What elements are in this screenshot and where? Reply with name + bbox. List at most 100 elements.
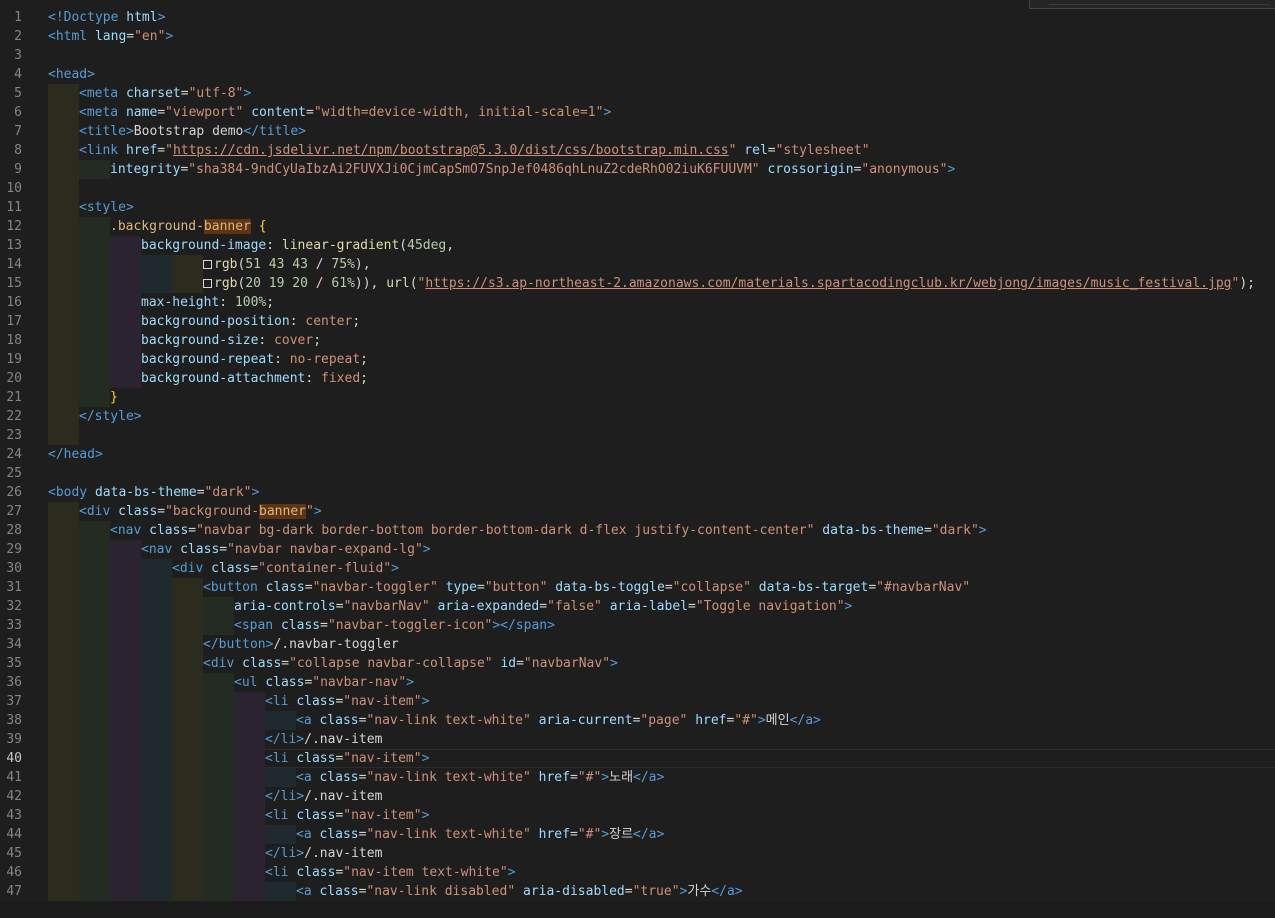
code-token: id [500, 656, 517, 671]
code-token: "#" [734, 713, 758, 728]
code-token: > [844, 599, 853, 614]
code-line[interactable]: 26 <body data-bs-theme="dark"> [0, 483, 1275, 502]
code-line[interactable]: 47 <a class = "nav-link disabled" aria-disa… [0, 882, 1275, 901]
code-text: <li class="nav-item"> [265, 806, 429, 825]
code-line[interactable]: 38 <a class="nav-link text-white" aria-cu… [0, 711, 1275, 730]
indent-guide [79, 236, 110, 255]
code-line[interactable]: 35 <div class="collapse navbar-collapse" … [0, 654, 1275, 673]
code-line[interactable]: 9 integrity="sha384-9ndCyUaIbzAi2FUVXJi0C… [0, 160, 1275, 179]
code-token: data-bs-toggle [555, 580, 665, 595]
code-token: class [319, 713, 359, 728]
code-line[interactable]: 24 </head> [0, 445, 1275, 464]
code-line[interactable]: 8 <link href="https://cdn.jsdelivr.net/np… [0, 141, 1275, 160]
code-token: "navbar navbar-expand-lg" [227, 542, 423, 557]
indent-guide [48, 578, 79, 597]
code-line[interactable]: 39 </li>/.nav-item [0, 730, 1275, 749]
indent-guide [234, 844, 265, 863]
code-line[interactable]: 41 <a class="nav-link text-white" href="#… [0, 768, 1275, 787]
code-line[interactable]: 32 aria-controls="navbarNav" aria-expande… [0, 597, 1275, 616]
code-editor[interactable]: 1 <!Doctype html> 2 <html lang="en"> 3 4 <head… [0, 8, 1275, 901]
code-line[interactable]: 40 <li class="nav-item"> [0, 749, 1275, 768]
code-token: /.navbar-toggler [273, 637, 399, 652]
indent-guide [110, 559, 141, 578]
code-token: = [539, 599, 548, 614]
find-input[interactable] [1049, 0, 1269, 5]
code-line[interactable]: 46 <li class="nav-item text-white"> [0, 863, 1275, 882]
code-line[interactable]: 28 <nav class="navbar bg-dark border-bott… [0, 521, 1275, 540]
code-line[interactable]: 45 </li>/.nav-item [0, 844, 1275, 863]
code-line[interactable]: 22 </style> [0, 407, 1275, 426]
code-line[interactable]: 13 background-image: linear-gradient(45de… [0, 236, 1275, 255]
code-line[interactable]: 21} [0, 388, 1275, 407]
code-token: href [538, 827, 570, 842]
code-line[interactable]: 23 [0, 426, 1275, 445]
code-line[interactable]: 37 <li class="nav-item"> [0, 692, 1275, 711]
code-line[interactable]: 36 <ul class="navbar-nav"> [0, 673, 1275, 692]
indent-guide [203, 806, 234, 825]
indent-guide [141, 863, 172, 882]
code-line[interactable]: 33 <span class="navbar-toggler-icon"></sp… [0, 616, 1275, 635]
code-line[interactable]: 42 </li>/.nav-item [0, 787, 1275, 806]
code-text: <li class="nav-item"> [265, 692, 429, 711]
indent-guide [265, 768, 296, 787]
code-token: ); [1239, 276, 1255, 291]
indent-guide [79, 293, 110, 312]
code-token: crossorigin [767, 162, 854, 177]
code-line[interactable]: 1 <!Doctype html> [0, 8, 1275, 27]
code-token: </li> [265, 732, 305, 747]
code-token: = [157, 105, 166, 120]
code-line[interactable]: 19 background-repeat: no-repeat; [0, 350, 1275, 369]
indent-guide [110, 540, 141, 559]
code-line[interactable]: 18 background-size: cover; [0, 331, 1275, 350]
code-line[interactable]: 43 <li class="nav-item"> [0, 806, 1275, 825]
code-line[interactable]: 3 [0, 46, 1275, 65]
code-line[interactable]: 16 max-height: 100%; [0, 293, 1275, 312]
code-line[interactable]: 6 <meta name="viewport" content="width=de… [0, 103, 1275, 122]
indent-guide [141, 825, 172, 844]
code-line[interactable]: 2 <html lang="en"> [0, 27, 1275, 46]
code-token: 장르 [609, 827, 634, 842]
line-number: 39 [6, 732, 22, 747]
code-line[interactable]: 20 background-attachment: fixed; [0, 369, 1275, 388]
code-line[interactable]: 11 <style> [0, 198, 1275, 217]
code-line[interactable]: 30 <div class="container-fluid"> [0, 559, 1275, 578]
horizontal-scrollbar[interactable] [0, 902, 1275, 918]
indent-guide [110, 654, 141, 673]
code-token: class [265, 675, 305, 690]
indent-guide [141, 597, 172, 616]
line-number: 36 [6, 675, 22, 690]
code-line[interactable]: 25 [0, 464, 1275, 483]
code-token: rgb [214, 276, 238, 291]
line-number: 16 [6, 295, 22, 310]
indent-guide [48, 426, 79, 445]
code-line[interactable]: 10 [0, 179, 1275, 198]
code-line[interactable]: 15 rgb(20 19 20 / 61%)), url("https://s3.… [0, 274, 1275, 293]
code-token: = [157, 504, 166, 519]
code-line[interactable]: 4 <head> [0, 65, 1275, 84]
code-line[interactable]: 7 <title>Bootstrap demo</title> [0, 122, 1275, 141]
indent-guide [110, 825, 141, 844]
indent-guide [48, 825, 79, 844]
code-line[interactable]: 29 <nav class="navbar navbar-expand-lg"> [0, 540, 1275, 559]
code-token: = [304, 580, 313, 595]
code-line[interactable]: 31 <button class="navbar-toggler" type="b… [0, 578, 1275, 597]
code-token: class [211, 561, 251, 576]
indent-guide [172, 255, 203, 274]
code-text: background-image: linear-gradient(45deg, [141, 236, 454, 255]
indent-guide [172, 597, 203, 616]
indent-guide [48, 331, 79, 350]
code-line[interactable]: 14 rgb(51 43 43 / 75%), [0, 255, 1275, 274]
code-token: : [289, 314, 306, 329]
code-line[interactable]: 12 .background-banner { [0, 217, 1275, 236]
code-line[interactable]: 5 <meta charset="utf-8"> [0, 84, 1275, 103]
code-line[interactable]: 17 background-position: center; [0, 312, 1275, 331]
indent-guide [110, 350, 141, 369]
code-token: > [978, 523, 987, 538]
code-line[interactable]: 27 <div class="background-banner"> [0, 502, 1275, 521]
code-line[interactable]: 44 <a class="nav-link text-white" href="#… [0, 825, 1275, 844]
indent-guide [79, 673, 110, 692]
code-token: <div [172, 561, 212, 576]
code-line[interactable]: 34 </button>/.navbar-toggler [0, 635, 1275, 654]
